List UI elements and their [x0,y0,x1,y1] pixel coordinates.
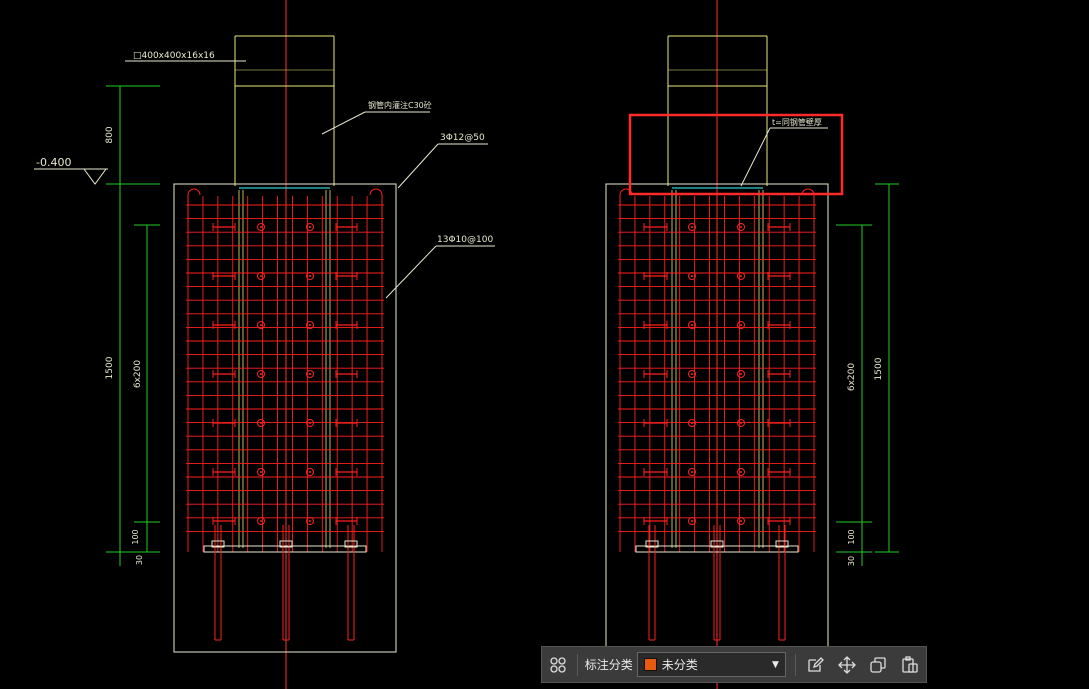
shear-stud [740,373,742,375]
category-color-swatch [643,658,657,671]
dimension-label: 1500 [105,356,115,379]
copy-icon[interactable] [862,647,894,682]
shear-stud [691,471,693,473]
leader-line [397,143,439,189]
dimension-label: 30 [135,555,144,565]
leader-line [385,245,437,299]
elevation-symbol [83,168,107,185]
edit-icon[interactable] [799,647,831,682]
pier-outline [173,183,397,653]
shear-stud [260,324,262,326]
dimension-label: 100 [847,529,856,544]
shear-stud [740,422,742,424]
plate-thickness-label: t=同钢管壁厚 [772,117,822,127]
shear-stud [309,373,311,375]
shear-stud [740,324,742,326]
dimension-label: 6x200 [847,363,857,392]
category-dropdown[interactable]: 未分类 ▼ [636,652,786,677]
shear-stud [260,226,262,228]
elevation-label: -0.400 [36,156,71,169]
dimension-label: 1500 [874,357,884,380]
leader-line [321,111,366,135]
shear-stud [309,275,311,277]
shear-stud [260,275,262,277]
left-detail: □400x400x16x16 钢管内灌注C30砼 3Φ12@50 13Φ10@100 -… [34,0,495,689]
shear-stud [309,226,311,228]
concrete-fill-label: 钢管内灌注C30砼 [368,100,432,110]
chevron-down-icon: ▼ [771,659,779,670]
category-label: 标注分类 [584,658,633,672]
shear-stud [740,520,742,522]
category-selected-value: 未分类 [661,658,698,672]
shear-stud [740,275,742,277]
toolbar-divider [576,653,578,676]
shear-stud [740,226,742,228]
shear-stud [309,422,311,424]
move-icon[interactable] [831,647,863,682]
annotation-toolbar: 标注分类 未分类 ▼ [541,646,927,683]
right-detail: t=同钢管壁厚 1500 6x200 100 30 [605,0,899,689]
shear-stud [260,520,262,522]
shear-stud [691,373,693,375]
cad-drawing-canvas[interactable]: □400x400x16x16 钢管内灌注C30砼 3Φ12@50 13Φ10@100 -… [0,0,1089,689]
rebar-hook [187,188,201,230]
shear-stud [691,324,693,326]
shear-stud [309,471,311,473]
shear-stud [309,520,311,522]
shear-stud [740,471,742,473]
shear-stud [260,422,262,424]
stirrup-label: 13Φ10@100 [437,235,493,245]
shear-stud [691,422,693,424]
grid-icon[interactable] [542,647,574,682]
rebar-top-label: 3Φ12@50 [440,133,485,143]
shear-stud [691,275,693,277]
steel-tube-label: □400x400x16x16 [133,51,215,61]
shear-stud [260,373,262,375]
shear-stud [691,520,693,522]
shear-stud [691,226,693,228]
dimension-label: 100 [131,529,140,544]
shear-stud [260,471,262,473]
dimension-label: 6x200 [133,360,143,389]
paste-icon[interactable] [894,647,926,682]
dimension-label: 30 [847,556,856,566]
toolbar-divider [794,653,796,676]
leader-line [740,127,771,187]
dimension-label: 800 [105,126,115,143]
shear-stud [309,324,311,326]
rebar-hook [369,188,383,230]
